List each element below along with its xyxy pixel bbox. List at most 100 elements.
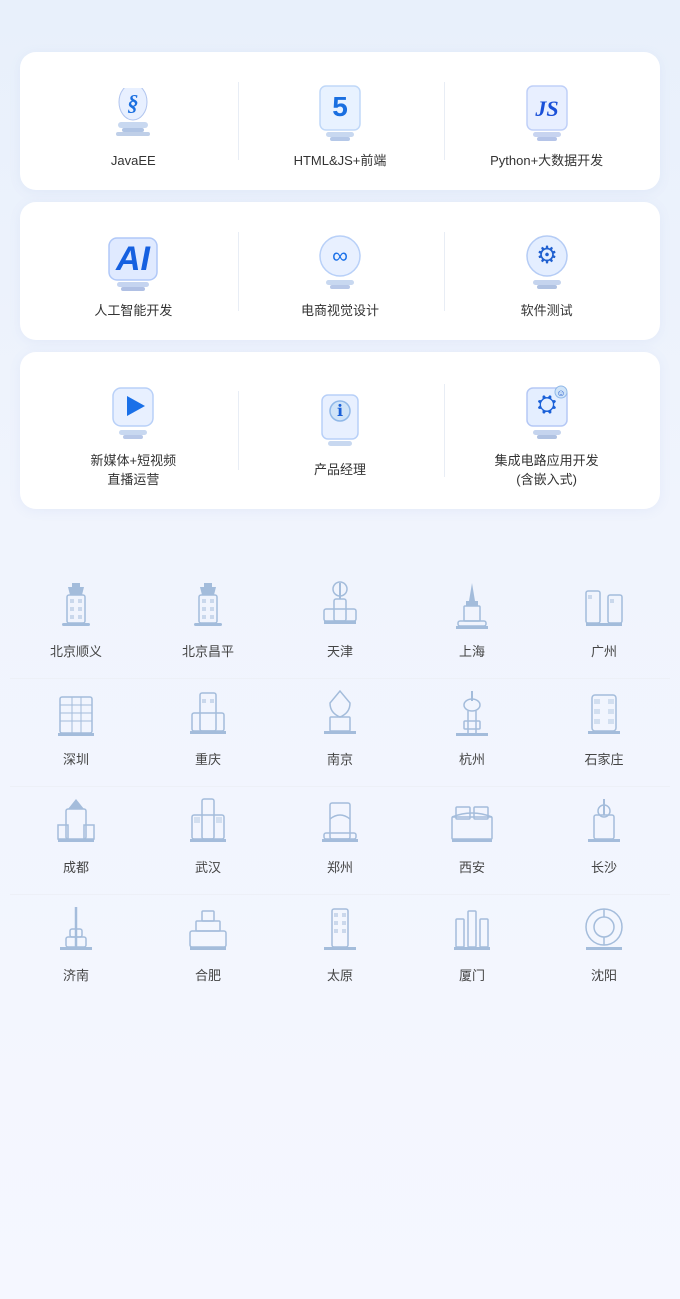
cities-row-2: 成都 武汉 郑州 西安 长沙 — [10, 787, 670, 895]
subjects-row-0: § JavaEE 5 HTML&JS+前端 JS Python+大数据开发 — [20, 52, 660, 190]
subject-item-media[interactable]: 新媒体+短视频 直播运营 — [31, 372, 236, 488]
zhengzhou-icon — [314, 797, 366, 849]
beijing-shunyi-label: 北京顺义 — [50, 641, 102, 660]
wuhan-icon — [182, 797, 234, 849]
media-label: 新媒体+短视频 直播运营 — [91, 452, 177, 488]
python-label: Python+大数据开发 — [490, 152, 603, 170]
city-item-taiyuan[interactable]: 太原 — [274, 905, 406, 984]
hangzhou-icon — [446, 689, 498, 741]
jinan-label: 济南 — [63, 965, 89, 984]
javaee-label: JavaEE — [111, 152, 156, 170]
subject-item-html[interactable]: 5 HTML&JS+前端 — [238, 72, 443, 170]
city-item-xian[interactable]: 西安 — [406, 797, 538, 876]
city-item-shanghai[interactable]: 上海 — [406, 581, 538, 660]
zhengzhou-label: 郑州 — [327, 857, 353, 876]
city-item-wuhan[interactable]: 武汉 — [142, 797, 274, 876]
beijing-changping-icon — [182, 581, 234, 633]
city-item-beijing-changping[interactable]: 北京昌平 — [142, 581, 274, 660]
nanjing-label: 南京 — [327, 749, 353, 768]
ai-label: 人工智能开发 — [94, 302, 172, 320]
shijiazhuang-icon — [578, 689, 630, 741]
chongqing-label: 重庆 — [195, 749, 221, 768]
shijiazhuang-label: 石家庄 — [584, 749, 623, 768]
subject-item-test[interactable]: ⚙ 软件测试 — [444, 222, 649, 320]
city-item-shenzhen[interactable]: 深圳 — [10, 689, 142, 768]
test-label: 软件测试 — [521, 302, 573, 320]
city-item-zhengzhou[interactable]: 郑州 — [274, 797, 406, 876]
wuhan-label: 武汉 — [195, 857, 221, 876]
section1-title — [0, 0, 680, 52]
shenyang-icon — [578, 905, 630, 957]
javaee-icon: § — [93, 72, 173, 142]
python-icon: JS — [507, 72, 587, 142]
city-item-hefei[interactable]: 合肥 — [142, 905, 274, 984]
tianjin-icon — [314, 581, 366, 633]
city-item-hangzhou[interactable]: 杭州 — [406, 689, 538, 768]
chongqing-icon — [182, 689, 234, 741]
ecom-icon: ∞ — [300, 222, 380, 292]
subjects-row-2: 新媒体+短视频 直播运营 ℹ 产品经理 ⛭ ☺ 集成电路应用开发 (含嵌入式) — [20, 352, 660, 508]
html-label: HTML&JS+前端 — [294, 152, 387, 170]
svg-text:§: § — [128, 90, 139, 115]
subject-item-circuit[interactable]: ⛭ ☺ 集成电路应用开发 (含嵌入式) — [444, 372, 649, 488]
subject-item-product[interactable]: ℹ 产品经理 — [238, 381, 443, 479]
city-item-tianjin[interactable]: 天津 — [274, 581, 406, 660]
tianjin-label: 天津 — [327, 641, 353, 660]
svg-text:JS: JS — [534, 96, 558, 121]
svg-text:⛭: ⛭ — [537, 391, 556, 418]
beijing-changping-label: 北京昌平 — [182, 641, 234, 660]
shanghai-label: 上海 — [459, 641, 485, 660]
city-item-xiamen[interactable]: 厦门 — [406, 905, 538, 984]
ai-icon: AI — [93, 222, 173, 292]
jinan-icon — [50, 905, 102, 957]
cities-row-0: 北京顺义 北京昌平 天津 上海 — [10, 571, 670, 679]
shenzhen-icon — [50, 689, 102, 741]
subjects-row-1: AI 人工智能开发 ∞ 电商视觉设计 ⚙ 软件测试 — [20, 202, 660, 340]
hefei-icon — [182, 905, 234, 957]
product-label: 产品经理 — [314, 461, 366, 479]
subject-item-python[interactable]: JS Python+大数据开发 — [444, 72, 649, 170]
xian-icon — [446, 797, 498, 849]
media-icon — [93, 372, 173, 442]
city-item-changsha[interactable]: 长沙 — [538, 797, 670, 876]
svg-text:AI: AI — [115, 240, 152, 278]
circuit-icon: ⛭ ☺ — [507, 372, 587, 442]
guangzhou-icon — [578, 581, 630, 633]
city-item-beijing-shunyi[interactable]: 北京顺义 — [10, 581, 142, 660]
subject-item-javaee[interactable]: § JavaEE — [31, 72, 236, 170]
test-icon: ⚙ — [507, 222, 587, 292]
hangzhou-label: 杭州 — [459, 749, 485, 768]
city-item-shenyang[interactable]: 沈阳 — [538, 905, 670, 984]
subject-item-ai[interactable]: AI 人工智能开发 — [31, 222, 236, 320]
city-item-shijiazhuang[interactable]: 石家庄 — [538, 689, 670, 768]
subject-item-ecom[interactable]: ∞ 电商视觉设计 — [238, 222, 443, 320]
subjects-area: § JavaEE 5 HTML&JS+前端 JS Python+大数据开发 AI… — [0, 52, 680, 509]
city-item-guangzhou[interactable]: 广州 — [538, 581, 670, 660]
xian-label: 西安 — [459, 857, 485, 876]
taiyuan-icon — [314, 905, 366, 957]
shenyang-label: 沈阳 — [591, 965, 617, 984]
cities-area: 北京顺义 北京昌平 天津 上海 — [0, 561, 680, 1032]
city-item-nanjing[interactable]: 南京 — [274, 689, 406, 768]
city-item-chongqing[interactable]: 重庆 — [142, 689, 274, 768]
changsha-icon — [578, 797, 630, 849]
svg-text:☺: ☺ — [556, 388, 565, 398]
xiamen-label: 厦门 — [459, 965, 485, 984]
guangzhou-label: 广州 — [591, 641, 617, 660]
svg-text:∞: ∞ — [332, 243, 348, 268]
circuit-label: 集成电路应用开发 (含嵌入式) — [495, 452, 599, 488]
beijing-shunyi-icon — [50, 581, 102, 633]
city-item-jinan[interactable]: 济南 — [10, 905, 142, 984]
cities-row-3: 济南 合肥 太原 厦门 沈阳 — [10, 895, 670, 1002]
hefei-label: 合肥 — [195, 965, 221, 984]
shenzhen-label: 深圳 — [63, 749, 89, 768]
city-item-chengdu[interactable]: 成都 — [10, 797, 142, 876]
xiamen-icon — [446, 905, 498, 957]
section2-title — [0, 509, 680, 561]
html-icon: 5 — [300, 72, 380, 142]
chengdu-icon — [50, 797, 102, 849]
taiyuan-label: 太原 — [327, 965, 353, 984]
svg-text:ℹ: ℹ — [337, 403, 343, 420]
product-icon: ℹ — [300, 381, 380, 451]
chengdu-label: 成都 — [63, 857, 89, 876]
